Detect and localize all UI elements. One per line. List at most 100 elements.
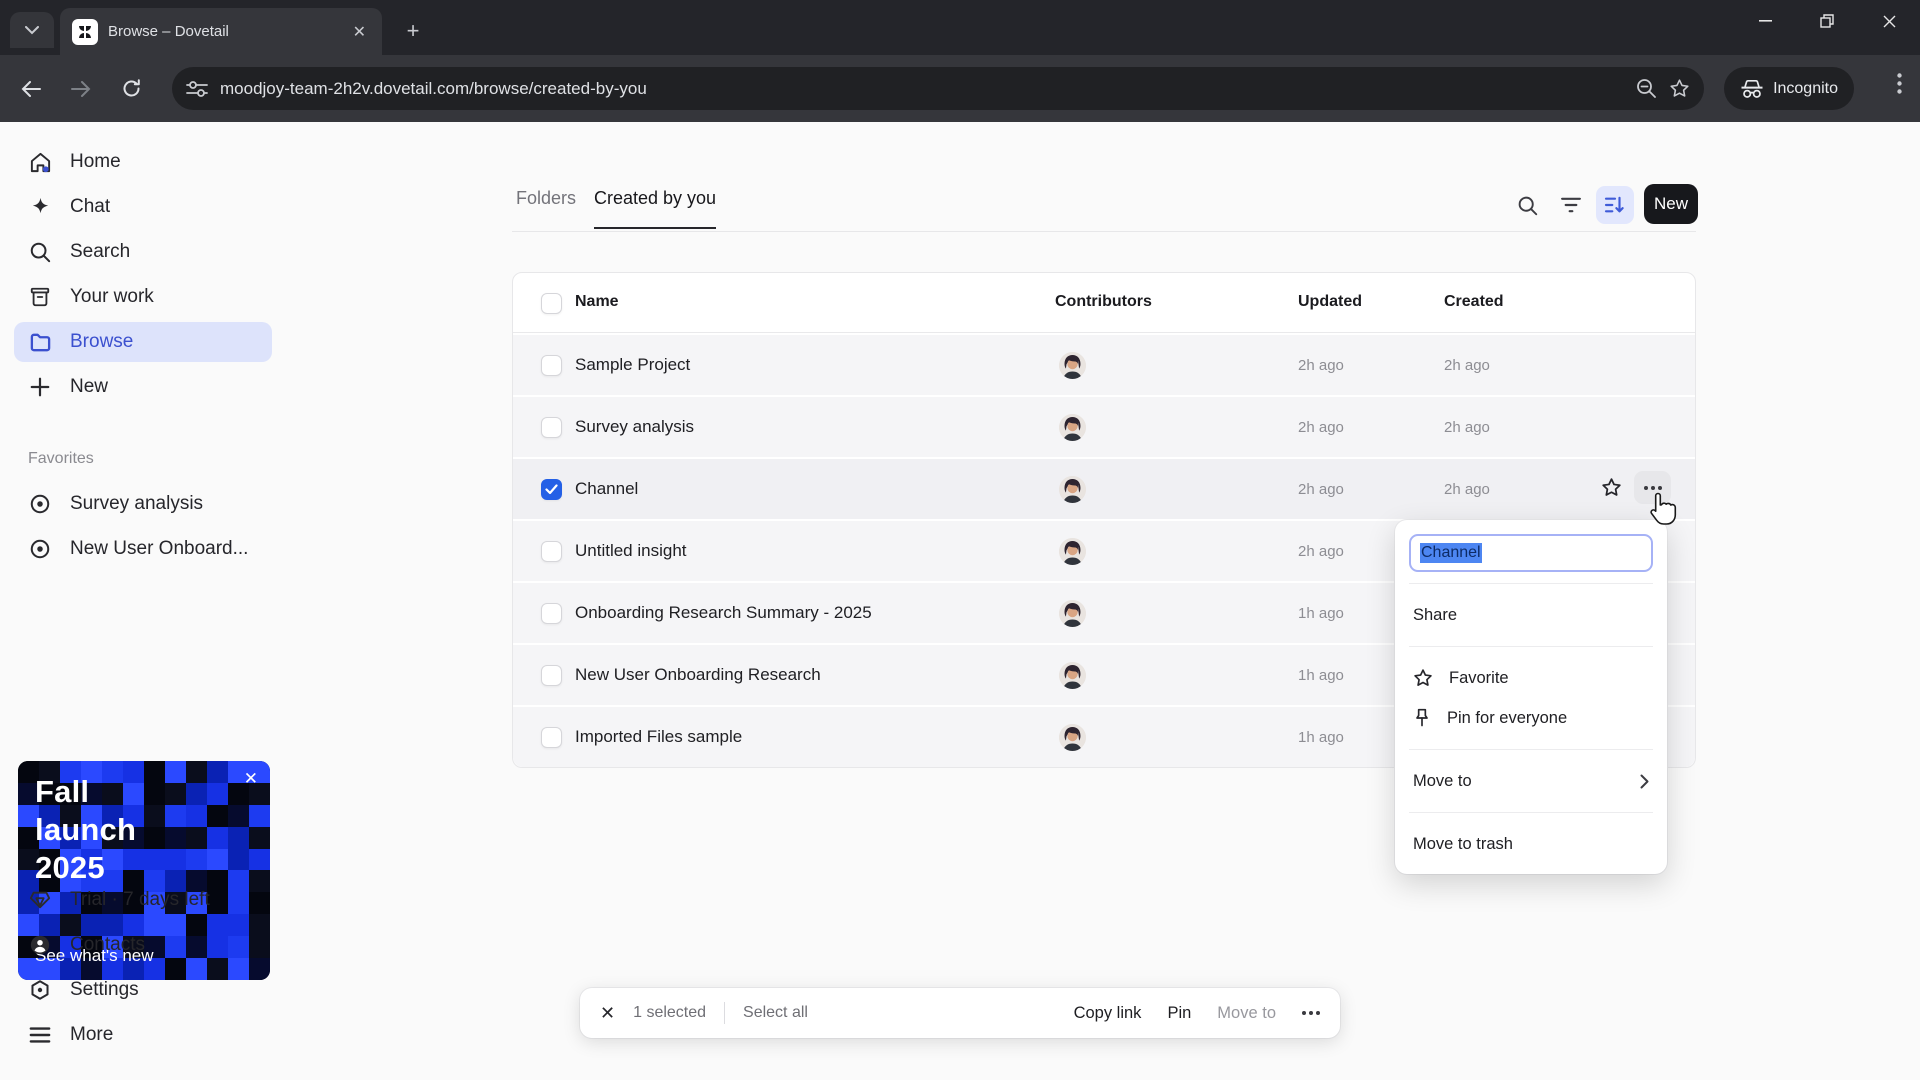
copy-link-button[interactable]: Copy link bbox=[1074, 1004, 1142, 1023]
browser-tab[interactable]: Browse – Dovetail ✕ bbox=[60, 8, 382, 55]
filter-button[interactable] bbox=[1552, 186, 1590, 224]
sidebar-item-chat[interactable]: Chat bbox=[14, 187, 272, 227]
row-name[interactable]: Onboarding Research Summary - 2025 bbox=[575, 603, 872, 623]
promo-close-icon[interactable]: ✕ bbox=[244, 769, 258, 789]
menu-item-pin-for-everyone[interactable]: Pin for everyone bbox=[1395, 698, 1667, 738]
window-controls bbox=[1734, 0, 1920, 48]
incognito-label: Incognito bbox=[1773, 79, 1838, 97]
favorite-item-survey-analysis[interactable]: Survey analysis bbox=[14, 484, 272, 524]
sidebar-item-label: Browse bbox=[70, 331, 134, 352]
table-row[interactable]: Sample Project 2h ago 2h ago bbox=[513, 333, 1695, 395]
column-header-updated[interactable]: Updated bbox=[1298, 293, 1362, 311]
row-name[interactable]: Channel bbox=[575, 479, 638, 499]
row-created: 2h ago bbox=[1444, 357, 1490, 374]
menu-divider bbox=[1409, 749, 1653, 750]
contributor-avatar bbox=[1059, 538, 1086, 565]
row-name[interactable]: Survey analysis bbox=[575, 417, 694, 437]
search-button[interactable] bbox=[1508, 186, 1546, 224]
row-checkbox[interactable] bbox=[541, 417, 562, 438]
menu-item-move-to[interactable]: Move to bbox=[1395, 761, 1667, 801]
row-checkbox[interactable] bbox=[541, 541, 562, 562]
row-checkbox[interactable] bbox=[541, 355, 562, 376]
browser-menu-button[interactable] bbox=[1897, 73, 1902, 94]
rename-input[interactable]: Channel bbox=[1409, 534, 1653, 572]
sidebar-item-new[interactable]: New bbox=[14, 367, 272, 407]
url-bar[interactable]: moodjoy-team-2h2v.dovetail.com/browse/cr… bbox=[172, 67, 1704, 110]
menu-item-share[interactable]: Share bbox=[1395, 595, 1667, 635]
select-all-checkbox[interactable] bbox=[541, 293, 562, 314]
sidebar-item-more[interactable]: More bbox=[14, 1015, 272, 1055]
sidebar-item-trial[interactable]: Trial · 7 days left bbox=[14, 880, 272, 920]
minimize-button[interactable] bbox=[1734, 0, 1796, 42]
bookmark-star-icon[interactable] bbox=[1669, 78, 1690, 99]
sidebar-item-your-work[interactable]: Your work bbox=[14, 277, 272, 317]
sparkle-icon bbox=[28, 195, 52, 219]
menu-divider bbox=[1409, 812, 1653, 813]
move-to-button[interactable]: Move to bbox=[1217, 1004, 1276, 1023]
incognito-icon bbox=[1741, 79, 1763, 98]
new-tab-button[interactable]: + bbox=[398, 16, 428, 46]
clear-selection-icon[interactable]: ✕ bbox=[600, 1003, 615, 1024]
row-name[interactable]: Untitled insight bbox=[575, 541, 687, 561]
gem-icon bbox=[28, 888, 52, 912]
pin-button[interactable]: Pin bbox=[1167, 1004, 1191, 1023]
new-button[interactable]: New bbox=[1644, 184, 1698, 224]
sidebar-item-search[interactable]: Search bbox=[14, 232, 272, 272]
site-info-icon[interactable] bbox=[186, 80, 208, 97]
person-icon bbox=[28, 933, 52, 957]
favorite-item-new-user-onboarding[interactable]: New User Onboard... bbox=[14, 529, 272, 569]
row-favorite-star-icon[interactable] bbox=[1601, 477, 1622, 498]
screen: Browse – Dovetail ✕ + moodjoy-team-2h2v.… bbox=[0, 0, 1920, 1080]
sidebar-item-browse[interactable]: Browse bbox=[14, 322, 272, 362]
browser-tabstrip: Browse – Dovetail ✕ + bbox=[0, 0, 1920, 55]
back-button[interactable] bbox=[14, 72, 48, 106]
row-checkbox[interactable] bbox=[541, 665, 562, 686]
sidebar-item-settings[interactable]: Settings bbox=[14, 970, 272, 1010]
row-name[interactable]: New User Onboarding Research bbox=[575, 665, 821, 685]
tab-close-icon[interactable]: ✕ bbox=[349, 20, 370, 44]
column-header-name[interactable]: Name bbox=[575, 293, 619, 311]
tab-created-by-you[interactable]: Created by you bbox=[594, 188, 717, 229]
row-created: 2h ago bbox=[1444, 419, 1490, 436]
row-context-menu: Channel Share Favorite Pin for everyone … bbox=[1395, 520, 1667, 874]
forward-button[interactable] bbox=[64, 72, 98, 106]
sidebar-item-contacts[interactable]: Contacts bbox=[14, 925, 272, 965]
reload-button[interactable] bbox=[114, 72, 148, 106]
menu-divider bbox=[1409, 646, 1653, 647]
table-row[interactable]: Channel 2h ago 2h ago bbox=[513, 457, 1695, 519]
menu-item-favorite[interactable]: Favorite bbox=[1395, 658, 1667, 698]
row-checkbox[interactable] bbox=[541, 479, 562, 500]
table-row[interactable]: Survey analysis 2h ago 2h ago bbox=[513, 395, 1695, 457]
restore-button[interactable] bbox=[1796, 0, 1858, 42]
star-icon bbox=[1414, 669, 1432, 686]
menu-item-label: Favorite bbox=[1449, 668, 1509, 687]
check-icon bbox=[545, 484, 558, 495]
zoom-icon[interactable] bbox=[1636, 78, 1657, 99]
column-header-contributors[interactable]: Contributors bbox=[1055, 293, 1152, 311]
tab-search-button[interactable] bbox=[10, 12, 54, 48]
sidebar-item-label: Search bbox=[70, 241, 131, 262]
row-checkbox[interactable] bbox=[541, 603, 562, 624]
home-icon bbox=[28, 150, 52, 174]
url-text[interactable]: moodjoy-team-2h2v.dovetail.com/browse/cr… bbox=[220, 79, 1624, 99]
sort-button[interactable] bbox=[1596, 186, 1634, 224]
more-actions-button[interactable] bbox=[1302, 1011, 1320, 1015]
row-checkbox[interactable] bbox=[541, 727, 562, 748]
chevron-right-icon bbox=[1640, 774, 1649, 788]
row-name[interactable]: Imported Files sample bbox=[575, 727, 742, 747]
row-updated: 1h ago bbox=[1298, 729, 1344, 746]
column-header-created[interactable]: Created bbox=[1444, 293, 1504, 311]
row-created: 2h ago bbox=[1444, 481, 1490, 498]
selection-bar: ✕ 1 selected Select all Copy link Pin Mo… bbox=[580, 988, 1340, 1038]
row-name[interactable]: Sample Project bbox=[575, 355, 690, 375]
browser-toolbar: moodjoy-team-2h2v.dovetail.com/browse/cr… bbox=[0, 55, 1920, 122]
menu-item-label: Share bbox=[1413, 605, 1458, 624]
select-all-button[interactable]: Select all bbox=[743, 1004, 808, 1022]
sidebar-item-label: Trial · 7 days left bbox=[70, 889, 210, 910]
menu-item-move-to-trash[interactable]: Move to trash bbox=[1395, 824, 1667, 864]
sidebar-item-home[interactable]: Home bbox=[14, 142, 272, 182]
contributor-avatar bbox=[1059, 352, 1086, 379]
favorite-item-label: New User Onboard... bbox=[70, 538, 249, 559]
tab-folders[interactable]: Folders bbox=[516, 188, 576, 227]
close-window-button[interactable] bbox=[1858, 0, 1920, 42]
